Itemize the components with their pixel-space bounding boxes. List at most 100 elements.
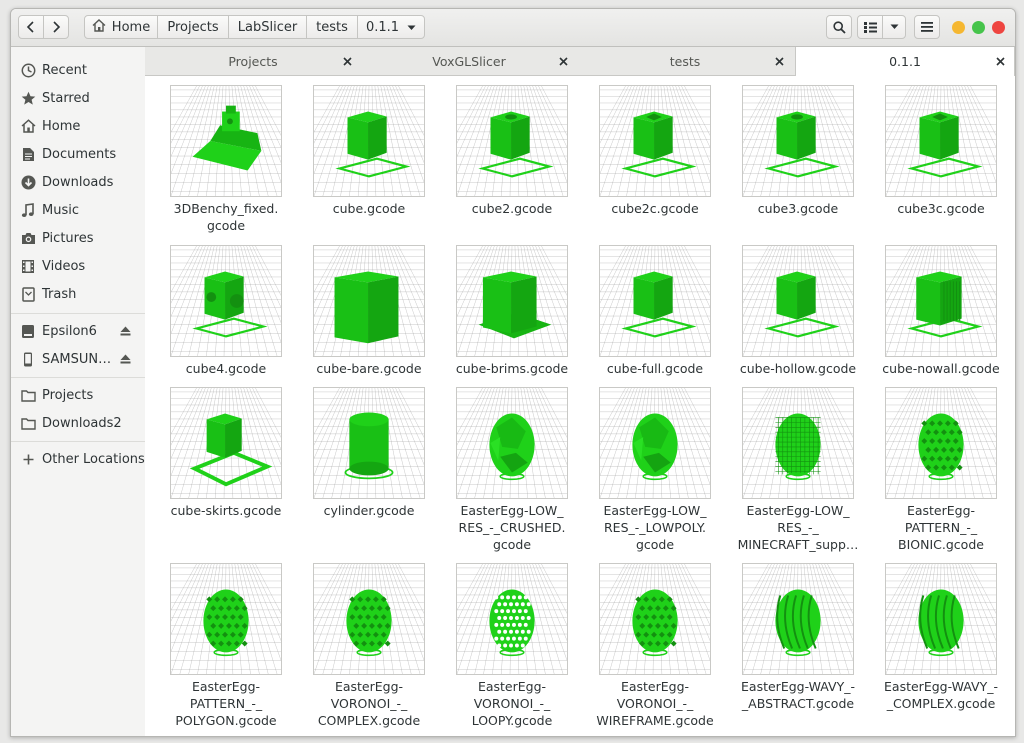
drive-icon (20, 323, 36, 339)
home-icon (20, 118, 36, 134)
view-options-button[interactable] (882, 15, 906, 39)
sidebar-item-label: Epsilon6 (42, 323, 97, 339)
breadcrumb-label: LabSlicer (237, 19, 298, 35)
file-thumbnail (313, 387, 425, 499)
view-toggle-button[interactable] (857, 15, 883, 39)
file-name: EasterEgg-LOW_ RES_-_ MINECRAFT_supp… (737, 503, 859, 552)
tab-projects[interactable]: Projects (145, 47, 361, 75)
sidebar-item-trash[interactable]: Trash (11, 281, 145, 307)
breadcrumb-home[interactable]: Home (84, 15, 158, 39)
file-thumbnail (170, 563, 282, 675)
trash-icon (20, 286, 36, 302)
breadcrumb-tests[interactable]: tests (306, 15, 358, 39)
sidebar-item-pictures[interactable]: Pictures (11, 225, 145, 251)
sidebar-item-label: Home (42, 118, 81, 134)
sidebar-item-recent[interactable]: Recent (11, 57, 145, 83)
sidebar-item-other-locations[interactable]: Other Locations (11, 446, 145, 472)
eject-icon[interactable] (120, 325, 131, 340)
file-thumbnail (885, 563, 997, 675)
chevron-right-icon (51, 21, 61, 33)
maximize-button[interactable] (972, 21, 985, 34)
search-button[interactable] (826, 15, 852, 39)
sidebar-item-label: Downloads2 (42, 415, 122, 431)
file-name: cube2.gcode (471, 201, 553, 216)
forward-button[interactable] (43, 15, 69, 39)
file-name: EasterEgg- PATTERN_-_ POLYGON.gcode (175, 679, 277, 728)
file-thumbnail (742, 563, 854, 675)
file-thumbnail (456, 387, 568, 499)
tab-label: tests (669, 53, 701, 69)
sidebar-item-label: SAMSUN… (42, 351, 112, 367)
sidebar-item-projects[interactable]: Projects (11, 382, 145, 408)
close-icon[interactable] (773, 55, 785, 67)
sidebar-separator (11, 441, 145, 442)
folder-icon (20, 415, 36, 431)
file-thumbnail (456, 85, 568, 197)
file-thumbnail (742, 245, 854, 357)
sidebar-item-label: Downloads (42, 174, 114, 190)
sidebar-item-downloads[interactable]: Downloads (11, 169, 145, 195)
file-thumbnail (742, 387, 854, 499)
tab-voxglslicer[interactable]: VoxGLSlicer (361, 47, 577, 75)
file-grid: 3DBenchy_fixed. gcode cube.gcode cube2.gco… (145, 76, 1015, 736)
tab-tests[interactable]: tests (577, 47, 793, 75)
file-manager-window: Home Projects LabSlicer tests 0.1.1 Rece… (10, 8, 1016, 737)
close-icon[interactable] (994, 55, 1006, 67)
file-name: cube.gcode (332, 201, 406, 216)
close-icon[interactable] (341, 55, 353, 67)
tab-label: VoxGLSlicer (432, 53, 506, 69)
sidebar-item-music[interactable]: Music (11, 197, 145, 223)
sidebar-item-videos[interactable]: Videos (11, 253, 145, 279)
clock-icon (20, 62, 36, 78)
eject-icon[interactable] (120, 353, 131, 368)
chevron-down-icon (890, 24, 899, 30)
minimize-button[interactable] (952, 21, 965, 34)
breadcrumb-labslicer[interactable]: LabSlicer (228, 15, 307, 39)
sidebar-item-epsilon6[interactable]: Epsilon6 (11, 318, 145, 344)
file-name: cube-nowall.gcode (882, 361, 1000, 376)
plus-icon (20, 451, 36, 467)
menu-button[interactable] (914, 15, 940, 39)
file-thumbnail (599, 563, 711, 675)
tab-label: 0.1.1 (889, 54, 921, 69)
file-name: EasterEgg- VORONOI_-_ LOOPY.gcode (471, 679, 553, 728)
sidebar-item-samsung[interactable]: SAMSUN… (11, 346, 145, 372)
file-thumbnail (456, 245, 568, 357)
sidebar-item-starred[interactable]: Starred (11, 85, 145, 111)
sidebar-item-documents[interactable]: Documents (11, 141, 145, 167)
star-icon (20, 90, 36, 106)
hamburger-icon (921, 22, 933, 32)
sidebar-separator (11, 377, 145, 378)
sidebar-item-downloads2[interactable]: Downloads2 (11, 410, 145, 436)
tab-label: Projects (228, 53, 278, 69)
sidebar-item-label: Recent (42, 62, 87, 78)
sidebar: Recent Starred Home Documents Downloads … (11, 47, 146, 736)
breadcrumb-projects[interactable]: Projects (157, 15, 229, 39)
file-thumbnail (313, 245, 425, 357)
file-name: EasterEgg- VORONOI_-_ COMPLEX.gcode (317, 679, 421, 728)
breadcrumb-current[interactable]: 0.1.1 (357, 15, 425, 39)
file-thumbnail (742, 85, 854, 197)
tab-0-1-1[interactable]: 0.1.1 (795, 47, 1015, 76)
search-icon (832, 20, 846, 34)
sidebar-item-home[interactable]: Home (11, 113, 145, 139)
sidebar-separator (11, 313, 145, 314)
phone-icon (20, 351, 36, 367)
sidebar-item-label: Music (42, 202, 79, 218)
close-icon[interactable] (557, 55, 569, 67)
file-name: EasterEgg- PATTERN_-_ BIONIC.gcode (898, 503, 984, 552)
sidebar-item-label: Documents (42, 146, 117, 162)
breadcrumb-label: Projects (167, 19, 219, 35)
camera-icon (20, 230, 36, 246)
close-window-button[interactable] (992, 21, 1005, 34)
back-button[interactable] (18, 15, 44, 39)
sidebar-item-label: Starred (42, 90, 90, 106)
file-name: EasterEgg-WAVY_- _ABSTRACT.gcode (741, 679, 855, 711)
file-thumbnail (170, 85, 282, 197)
file-name: cube-brims.gcode (455, 361, 569, 376)
file-name: cube3c.gcode (897, 201, 985, 216)
chevron-left-icon (26, 21, 36, 33)
music-icon (20, 202, 36, 218)
file-thumbnail (885, 85, 997, 197)
home-icon (92, 18, 106, 36)
